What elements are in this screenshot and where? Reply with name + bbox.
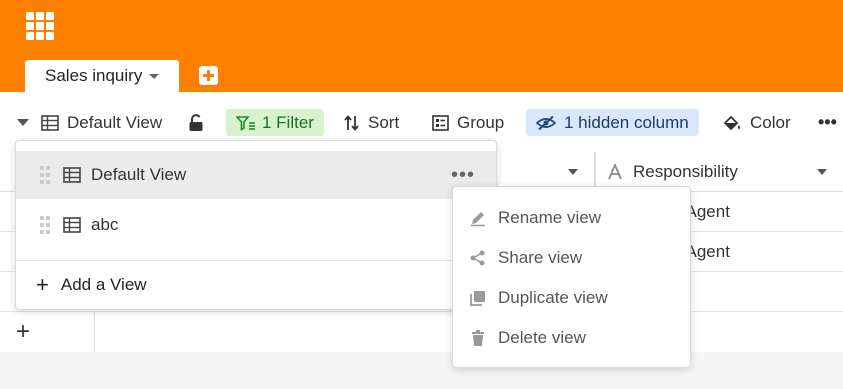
column-header-label: Responsibility: [633, 162, 738, 181]
more-icon: •••: [818, 112, 837, 132]
rename-view-item[interactable]: Rename view: [453, 198, 690, 238]
paint-bucket-icon: [723, 115, 740, 130]
delete-view-item[interactable]: Delete view: [453, 318, 690, 358]
drag-handle-icon[interactable]: [40, 216, 50, 234]
pencil-icon: [471, 212, 485, 227]
view-selector[interactable]: Default View: [17, 109, 162, 136]
filter-button[interactable]: 1 Filter: [226, 109, 324, 136]
view-item-default[interactable]: Default View •••: [16, 151, 496, 199]
chevron-down-icon[interactable]: [17, 119, 29, 126]
add-row-button[interactable]: +: [0, 312, 95, 352]
filter-label: 1 Filter: [262, 112, 314, 132]
text-column-icon: [608, 164, 622, 180]
more-options-button[interactable]: •••: [818, 109, 837, 136]
color-button[interactable]: Color: [722, 109, 791, 136]
menu-item-label: Share view: [498, 248, 583, 267]
top-bar: Sales inquiry: [0, 0, 843, 92]
view-item-label: Default View: [91, 165, 187, 184]
chevron-down-icon[interactable]: [149, 73, 160, 79]
view-actions-menu: Rename view Share view Duplicate view De…: [452, 186, 691, 368]
views-dropdown: Default View ••• abc + Add a View: [15, 140, 497, 310]
lock-button[interactable]: [188, 109, 204, 136]
view-item-abc[interactable]: abc: [16, 201, 496, 249]
current-view-name: Default View: [67, 112, 163, 132]
chevron-down-icon[interactable]: [568, 169, 578, 175]
view-more-icon[interactable]: •••: [451, 164, 475, 187]
add-view-button[interactable]: + Add a View: [36, 274, 147, 296]
hidden-columns-label: 1 hidden column: [564, 112, 689, 132]
share-view-item[interactable]: Share view: [453, 238, 690, 278]
divider: [16, 260, 496, 261]
drag-handle-icon[interactable]: [40, 166, 50, 184]
trash-icon: [472, 330, 484, 346]
eye-slash-icon: [536, 115, 556, 130]
group-icon: [432, 114, 449, 131]
unlock-icon: [189, 113, 203, 131]
menu-item-label: Duplicate view: [498, 288, 608, 307]
table-tab[interactable]: Sales inquiry: [25, 60, 179, 92]
filter-icon: [236, 115, 255, 131]
table-icon: [41, 114, 59, 131]
hidden-columns-button[interactable]: 1 hidden column: [526, 109, 699, 136]
menu-item-label: Delete view: [498, 328, 586, 347]
table-icon: [63, 167, 81, 183]
duplicate-view-item[interactable]: Duplicate view: [453, 278, 690, 318]
table-tab-label: Sales inquiry: [45, 66, 143, 85]
sort-label: Sort: [368, 112, 400, 132]
plus-icon: +: [16, 318, 31, 345]
view-item-label: abc: [91, 215, 119, 234]
plus-icon: +: [36, 272, 49, 297]
share-icon: [470, 250, 485, 266]
menu-item-label: Rename view: [498, 208, 601, 227]
group-label: Group: [457, 112, 505, 132]
table-icon: [63, 217, 81, 233]
group-button[interactable]: Group: [432, 109, 504, 136]
sort-icon: [344, 114, 359, 131]
color-label: Color: [750, 112, 791, 132]
apps-grid-icon[interactable]: [26, 12, 54, 40]
duplicate-icon: [470, 291, 485, 306]
add-view-label: Add a View: [60, 275, 147, 294]
sort-button[interactable]: Sort: [344, 109, 399, 136]
add-table-button[interactable]: [199, 66, 218, 85]
chevron-down-icon[interactable]: [817, 169, 827, 175]
